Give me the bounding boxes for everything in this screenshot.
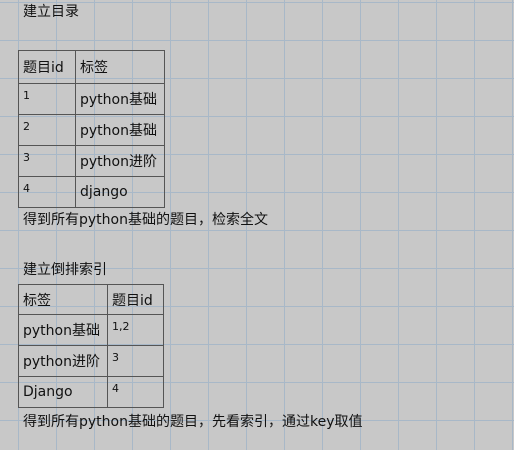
cell-tag: python进阶	[18, 345, 108, 377]
table-row: Django 4	[18, 376, 164, 408]
cell-tag: Django	[18, 376, 108, 408]
cell-tag: django	[75, 176, 165, 208]
section1-note: 得到所有python基础的题目，检索全文	[23, 212, 268, 228]
directory-table: 题目id 标签 1 python基础 2 python基础 3 python进阶…	[18, 50, 165, 208]
table-row: 1 python基础	[18, 83, 165, 115]
cell-question-id: 3	[18, 145, 76, 177]
table-row: 4 django	[18, 176, 165, 208]
table-row: 2 python基础	[18, 114, 165, 146]
cell-question-ids: 4	[107, 376, 164, 408]
table-row: 3 python进阶	[18, 145, 165, 177]
table-row: python进阶 3	[18, 345, 164, 377]
cell-question-ids: 3	[107, 345, 164, 377]
table-header-row: 标签 题目id	[18, 284, 164, 315]
section2-note: 得到所有python基础的题目，先看索引，通过key取值	[23, 414, 363, 430]
cell-question-ids: 1,2	[107, 314, 164, 346]
table-header-row: 题目id 标签	[18, 50, 165, 84]
cell-tag: python基础	[75, 114, 165, 146]
header-question-id: 题目id	[18, 50, 76, 84]
cell-tag: python基础	[75, 83, 165, 115]
cell-question-id: 2	[18, 114, 76, 146]
header-tag: 标签	[18, 284, 108, 315]
section2-title: 建立倒排索引	[23, 262, 107, 278]
section1-title: 建立目录	[23, 4, 79, 20]
cell-tag: python基础	[18, 314, 108, 346]
header-tag: 标签	[75, 50, 165, 84]
cell-question-id: 4	[18, 176, 76, 208]
table-row: python基础 1,2	[18, 314, 164, 346]
header-question-id: 题目id	[107, 284, 164, 315]
cell-question-id: 1	[18, 83, 76, 115]
inverted-index-table: 标签 题目id python基础 1,2 python进阶 3 Django 4	[18, 284, 164, 408]
cell-tag: python进阶	[75, 145, 165, 177]
